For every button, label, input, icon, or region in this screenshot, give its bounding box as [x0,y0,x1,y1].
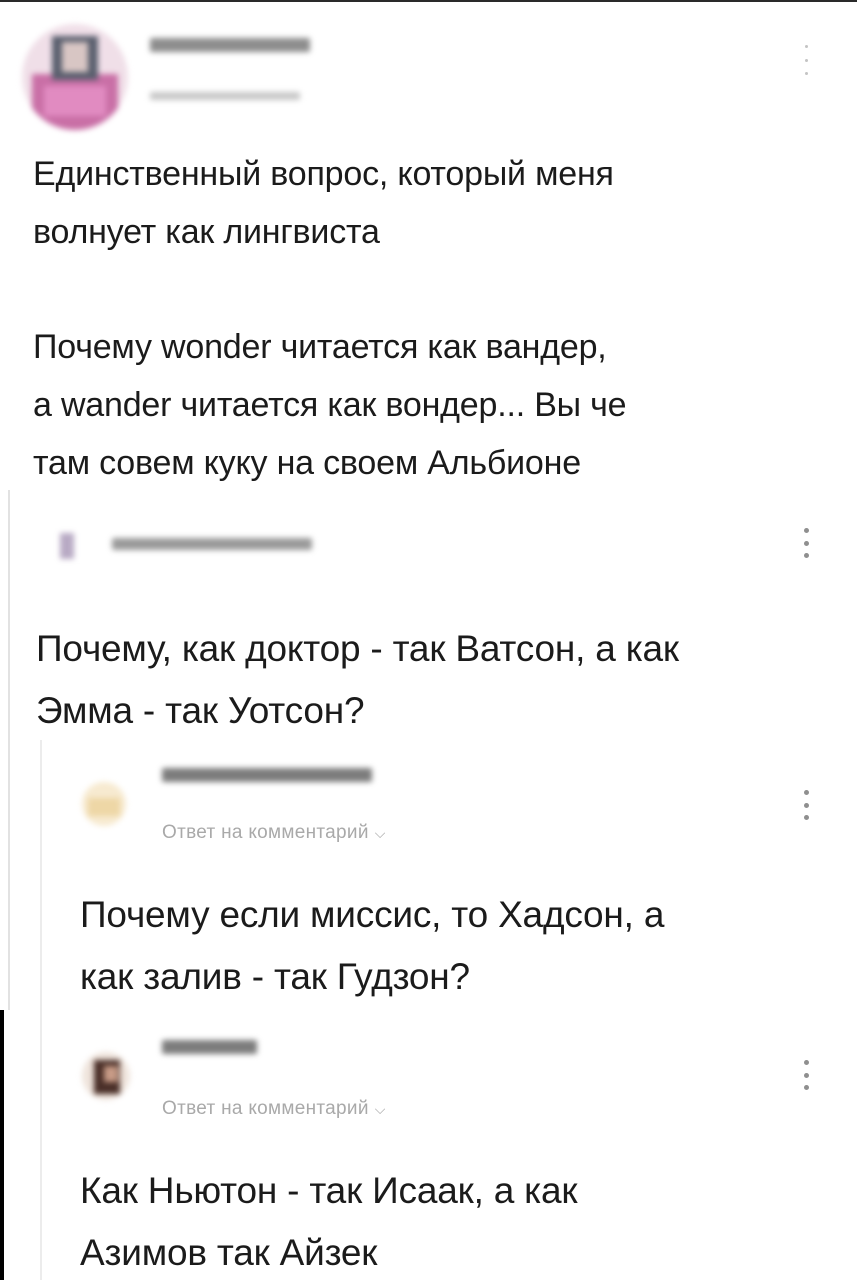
reply-author-name[interactable] [162,1040,257,1054]
post-line: а wander читается как вондер... Вы че [33,386,627,424]
comment-line: Эмма - так Уотсон? [36,690,365,731]
post-author-name[interactable] [150,38,310,52]
thread-line [8,490,10,1010]
post-line: Единственный вопрос, который меня [33,155,614,193]
post-line: волнует как лингвиста [33,213,380,251]
top-border [0,0,857,2]
reply-line: Азимов так Айзек [80,1232,378,1273]
comment-line: Почему, как доктор - так Ватсон, а как [36,628,679,669]
chevron-down-icon: ⌵ [374,1101,386,1117]
reply-line: Почему если миссис, то Хадсон, а [80,894,665,935]
comment-more-icon[interactable] [801,528,811,558]
post-more-icon[interactable] [801,45,811,75]
left-edge-border [0,1010,4,1280]
reply-to-comment-label: Ответ на комментарий [162,1098,369,1119]
reply-to-comment-link[interactable]: Ответ на комментарий ⌵ [162,1098,386,1120]
reply-author-avatar[interactable] [82,1052,130,1100]
reply-line: Как Ньютон - так Исаак, а как [80,1170,578,1211]
reply-line: как залив - так Гудзон? [80,956,470,997]
reply-author-avatar[interactable] [82,782,126,826]
post-line: там совем куку на своем Альбионе [33,444,581,482]
reply-author-name[interactable] [162,768,372,782]
chevron-down-icon: ⌵ [374,825,386,841]
comment-author-name[interactable] [112,538,312,550]
reply-more-icon[interactable] [801,1060,811,1090]
reply-to-comment-label: Ответ на комментарий [162,822,369,843]
post-line: Почему wonder читается как вандер, [33,328,607,366]
post-author-avatar[interactable] [22,24,128,130]
post-timestamp [150,92,300,100]
reply-more-icon[interactable] [801,790,811,820]
reply-thread-line [40,740,42,1280]
comment-author-avatar[interactable] [52,525,90,563]
reply-to-comment-link[interactable]: Ответ на комментарий ⌵ [162,822,386,844]
